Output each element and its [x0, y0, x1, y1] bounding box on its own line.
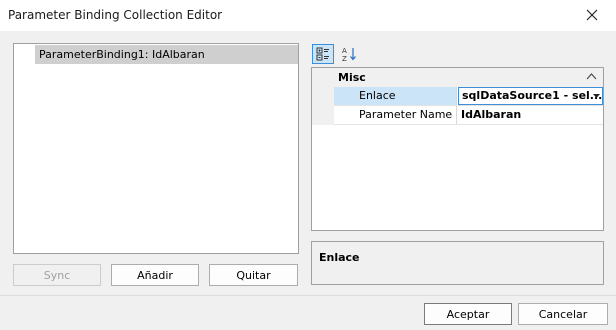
property-grid[interactable]: Misc Enlace sqlDataSource1 - sel... Para… [311, 67, 604, 231]
dropdown-arrow-icon[interactable] [593, 94, 600, 98]
window-title: Parameter Binding Collection Editor [8, 8, 223, 22]
remove-button[interactable]: Quitar [209, 264, 298, 286]
property-value[interactable]: IdAlbaran [458, 106, 603, 124]
categorized-button[interactable] [312, 44, 334, 64]
close-icon [586, 9, 598, 21]
list-item[interactable]: ParameterBinding1: IdAlbaran [35, 45, 298, 64]
close-button[interactable] [574, 4, 610, 26]
property-name[interactable]: Parameter Name [334, 106, 457, 124]
svg-text:Z: Z [342, 55, 347, 62]
svg-text:A: A [342, 47, 347, 55]
description-panel: Enlace [311, 241, 604, 285]
property-value: sqlDataSource1 - sel... [462, 89, 603, 102]
grid-gutter [312, 87, 334, 125]
footer-divider [0, 295, 616, 296]
category-label: Misc [338, 71, 366, 84]
title-bar: Parameter Binding Collection Editor [0, 0, 616, 31]
categorized-icon [316, 47, 329, 61]
category-row[interactable]: Misc [312, 68, 603, 87]
alphabetical-button[interactable]: A Z [338, 44, 360, 64]
cancel-button[interactable]: Cancelar [518, 303, 608, 325]
property-value-dropdown[interactable]: sqlDataSource1 - sel... [458, 87, 603, 105]
accept-button[interactable]: Aceptar [424, 303, 512, 325]
alphabetical-sort-icon: A Z [342, 47, 356, 62]
binding-list[interactable]: ParameterBinding1: IdAlbaran [13, 43, 299, 254]
property-row-parameter-name[interactable]: Parameter Name IdAlbaran [334, 106, 603, 125]
property-row-enlace[interactable]: Enlace sqlDataSource1 - sel... [334, 87, 603, 106]
property-name[interactable]: Enlace [334, 87, 457, 105]
add-button[interactable]: Añadir [111, 264, 199, 286]
description-title: Enlace [319, 251, 360, 264]
sync-button[interactable]: Sync [13, 264, 101, 286]
chevron-up-icon[interactable] [586, 72, 597, 80]
